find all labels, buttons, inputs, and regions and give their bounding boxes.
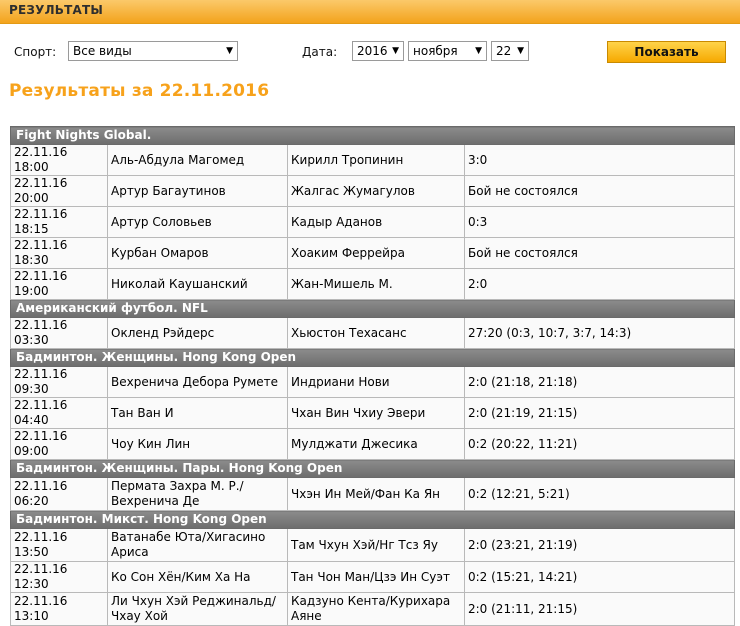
group-title: Американский футбол. NFL: [9, 299, 736, 318]
away-participant: Индриани Нови: [287, 366, 465, 398]
away-participant: Чхан Вин Чхиу Эвери: [287, 397, 465, 429]
match-result: 2:0: [463, 268, 736, 300]
group-title: Бадминтон. Женщины. Пары. Hong Kong Open: [9, 459, 736, 478]
home-participant: Курбан Омаров: [107, 237, 288, 269]
match-result: 0:3: [463, 206, 736, 238]
table-row: 22.11.16 03:30 Окленд Рэйдерс Хьюстон Теха…: [10, 317, 736, 349]
event-time: 22.11.16 06:20: [10, 477, 108, 511]
table-row: 22.11.16 09:30 Вехреничa Дебора Румете Инд…: [10, 366, 736, 398]
home-participant: Тан Ван И: [107, 397, 288, 429]
month-select-value: ноября: [413, 44, 458, 58]
away-participant: Чхэн Ин Мей/Фан Ка Ян: [287, 477, 465, 511]
sport-group-header: Бадминтон. Микст. Hong Kong Open: [9, 510, 736, 529]
dropdown-arrow-icon: ▼: [226, 46, 233, 56]
event-time: 22.11.16 13:50: [10, 528, 108, 562]
match-result: 0:2 (15:21, 14:21): [463, 561, 736, 593]
away-participant: Хоаким Феррейра: [287, 237, 465, 269]
match-result: 2:0 (21:11, 21:15): [463, 592, 736, 626]
sport-select[interactable]: Все виды ▼: [68, 41, 238, 61]
away-participant: Хьюстон Техасанс: [287, 317, 465, 349]
home-participant: Ватанабе Юта/Хигасино Ариса: [107, 528, 288, 562]
year-select-value: 2016: [357, 44, 388, 58]
match-result: 2:0 (21:18, 21:18): [463, 366, 736, 398]
show-results-button[interactable]: Показать: [607, 41, 726, 63]
sport-group-header: Бадминтон. Женщины. Пары. Hong Kong Open: [9, 459, 736, 478]
home-participant: Артур Соловьев: [107, 206, 288, 238]
match-result: 2:0 (23:21, 21:19): [463, 528, 736, 562]
table-row: 22.11.16 06:20 Пермата Захра М. Р./ Вехре…: [10, 477, 736, 511]
away-participant: Жан-Мишель М.: [287, 268, 465, 300]
year-select[interactable]: 2016 ▼: [352, 41, 404, 61]
sport-group-header: Американский футбол. NFL: [9, 299, 736, 318]
away-participant: Тан Чон Ман/Цзэ Ин Суэт: [287, 561, 465, 593]
table-row: 22.11.16 04:40 Тан Ван И Чхан Вин Чхиу Эве…: [10, 397, 736, 429]
table-row: 22.11.16 19:00 Николай Каушанский Жан-Мише…: [10, 268, 736, 300]
event-time: 22.11.16 09:30: [10, 366, 108, 398]
group-title: Бадминтон. Женщины. Hong Kong Open: [9, 348, 736, 367]
event-time: 22.11.16 19:00: [10, 268, 108, 300]
filter-bar: Спорт: Все виды ▼ Дата: 2016 ▼ ноября ▼ …: [0, 41, 740, 65]
table-row: 22.11.16 13:10 Ли Чхун Хэй Реджинальд/ Чх…: [10, 592, 736, 626]
away-participant: Жалгас Жумагулов: [287, 175, 465, 207]
event-time: 22.11.16 13:10: [10, 592, 108, 626]
date-label: Дата:: [302, 45, 338, 59]
event-time: 22.11.16 18:00: [10, 144, 108, 176]
home-participant: Артур Багаутинов: [107, 175, 288, 207]
header-title: РЕЗУЛЬТАТЫ: [9, 3, 103, 17]
page-title: Результаты за 22.11.2016: [9, 81, 270, 101]
event-time: 22.11.16 09:00: [10, 428, 108, 460]
home-participant: Вехреничa Дебора Румете: [107, 366, 288, 398]
dropdown-arrow-icon: ▼: [392, 46, 399, 56]
match-result: Бой не состоялся: [463, 175, 736, 207]
away-participant: Кадыр Аданов: [287, 206, 465, 238]
event-time: 22.11.16 12:30: [10, 561, 108, 593]
home-participant: Пермата Захра М. Р./ Вехреничa Де: [107, 477, 288, 511]
home-participant: Аль-Абдула Магомед: [107, 144, 288, 176]
away-participant: Там Чхун Хэй/Нг Тсз Яу: [287, 528, 465, 562]
table-row: 22.11.16 12:30 Ко Сон Хён/Ким Ха На Тан Чо…: [10, 561, 736, 593]
month-select[interactable]: ноября ▼: [408, 41, 487, 61]
dropdown-arrow-icon: ▼: [475, 46, 482, 56]
sport-label: Спорт:: [14, 45, 57, 59]
event-time: 22.11.16 03:30: [10, 317, 108, 349]
results-table: Fight Nights Global. 22.11.16 18:00 Аль-Аб…: [9, 126, 736, 626]
table-row: 22.11.16 13:50 Ватанабе Юта/Хигасино Арис…: [10, 528, 736, 562]
match-result: 0:2 (20:22, 11:21): [463, 428, 736, 460]
event-time: 22.11.16 18:15: [10, 206, 108, 238]
home-participant: Николай Каушанский: [107, 268, 288, 300]
match-result: 0:2 (12:21, 5:21): [463, 477, 736, 511]
group-title: Fight Nights Global.: [9, 126, 736, 145]
sport-select-value: Все виды: [73, 44, 132, 58]
event-time: 22.11.16 18:30: [10, 237, 108, 269]
dropdown-arrow-icon: ▼: [517, 46, 524, 56]
results-header-bar: РЕЗУЛЬТАТЫ: [0, 0, 740, 24]
match-result: 3:0: [463, 144, 736, 176]
table-row: 22.11.16 18:30 Курбан Омаров Хоаким Феррей…: [10, 237, 736, 269]
match-result: Бой не состоялся: [463, 237, 736, 269]
event-time: 22.11.16 20:00: [10, 175, 108, 207]
table-row: 22.11.16 20:00 Артур Багаутинов Жалгас Жум…: [10, 175, 736, 207]
sport-group-header: Fight Nights Global.: [9, 126, 736, 145]
away-participant: Кирилл Тропинин: [287, 144, 465, 176]
event-time: 22.11.16 04:40: [10, 397, 108, 429]
table-row: 22.11.16 09:00 Чоу Кин Лин Мулджати Джесик…: [10, 428, 736, 460]
table-row: 22.11.16 18:00 Аль-Абдула Магомед Кирилл Т…: [10, 144, 736, 176]
away-participant: Кадзуно Кента/Курихара Аяне: [287, 592, 465, 626]
away-participant: Мулджати Джесика: [287, 428, 465, 460]
group-title: Бадминтон. Микст. Hong Kong Open: [9, 510, 736, 529]
match-result: 2:0 (21:19, 21:15): [463, 397, 736, 429]
home-participant: Ли Чхун Хэй Реджинальд/ Чхау Хой: [107, 592, 288, 626]
day-select[interactable]: 22 ▼: [491, 41, 529, 61]
match-result: 27:20 (0:3, 10:7, 3:7, 14:3): [463, 317, 736, 349]
day-select-value: 22: [496, 44, 512, 58]
home-participant: Окленд Рэйдерс: [107, 317, 288, 349]
home-participant: Чоу Кин Лин: [107, 428, 288, 460]
home-participant: Ко Сон Хён/Ким Ха На: [107, 561, 288, 593]
table-row: 22.11.16 18:15 Артур Соловьев Кадыр Аданов…: [10, 206, 736, 238]
sport-group-header: Бадминтон. Женщины. Hong Kong Open: [9, 348, 736, 367]
